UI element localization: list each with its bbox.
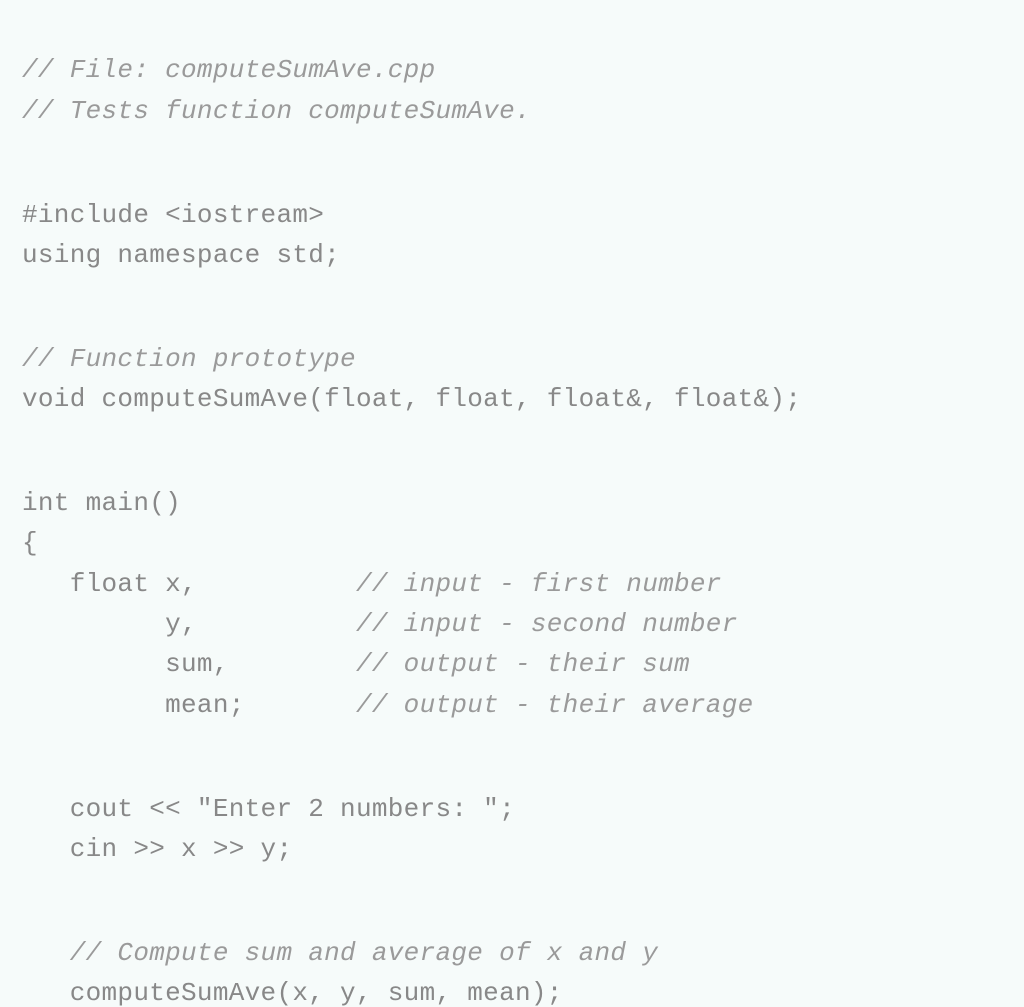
code-line: // Compute sum and average of x and y [22, 938, 658, 968]
blank-line [22, 725, 1002, 748]
code-text: mean; [22, 690, 356, 720]
code-line: y, // input - second number [22, 609, 738, 639]
blank-line [22, 419, 1002, 442]
code-line: #include <iostream> [22, 200, 324, 230]
code-text: float x, [22, 569, 356, 599]
code-line: // Function prototype [22, 344, 356, 374]
code-line: cout << "Enter 2 numbers: "; [22, 794, 515, 824]
code-comment: // output - their average [356, 690, 754, 720]
code-line: // Tests function computeSumAve. [22, 96, 531, 126]
code-line: sum, // output - their sum [22, 649, 690, 679]
code-line: { [22, 528, 38, 558]
code-snippet: // File: computeSumAve.cpp // Tests func… [0, 0, 1024, 1007]
code-text: sum, [22, 649, 356, 679]
code-comment: // input - second number [356, 609, 738, 639]
code-comment: // output - their sum [356, 649, 690, 679]
code-line: using namespace std; [22, 240, 340, 270]
code-comment: // input - first number [356, 569, 722, 599]
code-line: int main() [22, 488, 181, 518]
blank-line [22, 131, 1002, 154]
blank-line [22, 275, 1002, 298]
code-line: mean; // output - their average [22, 690, 754, 720]
code-line: // File: computeSumAve.cpp [22, 55, 435, 85]
code-line: computeSumAve(x, y, sum, mean); [22, 978, 563, 1007]
code-line: float x, // input - first number [22, 569, 722, 599]
blank-line [22, 869, 1002, 892]
code-line: cin >> x >> y; [22, 834, 292, 864]
code-line: void computeSumAve(float, float, float&,… [22, 384, 801, 414]
code-text: y, [22, 609, 356, 639]
